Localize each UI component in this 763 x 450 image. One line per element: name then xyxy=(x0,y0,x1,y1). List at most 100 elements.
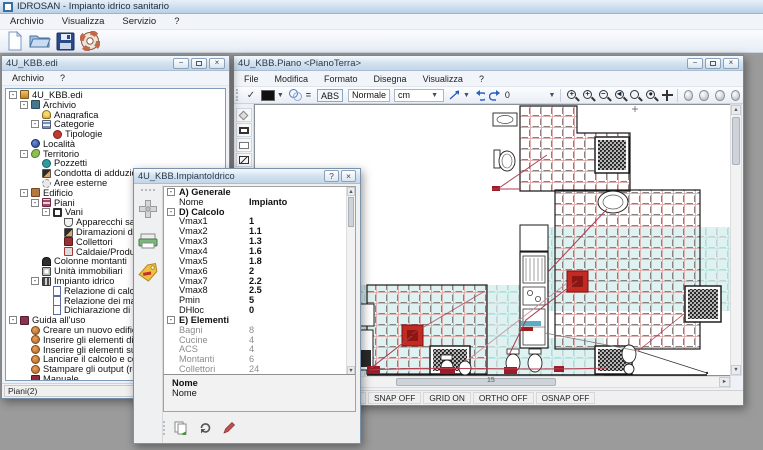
zoom-extents-icon[interactable]: ● xyxy=(645,89,657,102)
zoom-in-icon[interactable]: + xyxy=(566,89,578,102)
property-row[interactable]: Vmax11 xyxy=(164,217,346,227)
property-value[interactable]: 1.8 xyxy=(249,256,346,266)
zoom-out-icon[interactable]: − xyxy=(598,89,610,102)
tree-titlebar[interactable]: 4U_KBB.edi − × xyxy=(2,56,229,71)
property-value[interactable]: 4 xyxy=(249,345,346,355)
snap-circles-icon[interactable] xyxy=(289,89,300,101)
tree-expander[interactable]: - xyxy=(20,189,28,197)
property-row[interactable]: Vmax51.8 xyxy=(164,256,346,266)
tree-item[interactable]: -Archivio xyxy=(7,100,225,110)
status-toggle-ortho-off[interactable]: ORTHO OFF xyxy=(473,392,534,404)
property-value[interactable]: 1.1 xyxy=(249,226,346,236)
property-value[interactable]: Impianto xyxy=(249,197,346,207)
menu-item-archivio[interactable]: Archivio xyxy=(12,73,44,83)
apply-button[interactable] xyxy=(171,419,191,437)
close-button[interactable]: × xyxy=(209,58,225,69)
tree-expander[interactable]: - xyxy=(9,316,17,324)
property-value[interactable]: 2.5 xyxy=(249,285,346,295)
diagonal-tool-button[interactable] xyxy=(236,153,252,167)
equal-icon[interactable]: = xyxy=(306,90,311,100)
property-group-row[interactable]: -E) Elementi xyxy=(164,315,346,325)
collap​se-box[interactable]: - xyxy=(167,188,175,196)
property-value[interactable]: 4 xyxy=(249,335,346,345)
scroll-up-arrow[interactable]: ▲ xyxy=(731,105,741,115)
zoom-window-icon[interactable]: + xyxy=(582,89,594,102)
status-toggle-snap-off[interactable]: SNAP OFF xyxy=(368,392,421,404)
property-row[interactable]: Vmax72.2 xyxy=(164,276,346,286)
property-value[interactable]: 2 xyxy=(249,266,346,276)
property-value[interactable]: 2.2 xyxy=(249,276,346,286)
horizontal-scroll-thumb[interactable] xyxy=(396,378,556,386)
new-document-button[interactable] xyxy=(3,31,27,52)
property-row[interactable]: Pmin5 xyxy=(164,295,346,305)
print-button[interactable] xyxy=(138,233,158,252)
property-value[interactable]: 0 xyxy=(249,305,346,315)
maximize-button[interactable] xyxy=(705,58,721,69)
dialog-help-button[interactable]: ? xyxy=(324,170,339,182)
property-value[interactable]: 5 xyxy=(249,295,346,305)
property-value[interactable]: 1.3 xyxy=(249,236,346,246)
tree-expander[interactable]: - xyxy=(31,199,39,207)
property-row[interactable]: NomeImpianto xyxy=(164,197,346,207)
confirm-check-icon[interactable]: ✓ xyxy=(247,90,255,101)
menu-item-visualizza[interactable]: Visualizza xyxy=(62,16,105,27)
status-toggle-grid-on[interactable]: GRID ON xyxy=(423,392,471,404)
property-row[interactable]: Cucine4 xyxy=(164,335,346,345)
tag-button[interactable] xyxy=(137,263,159,286)
color-swatch-button[interactable] xyxy=(261,90,275,101)
property-row[interactable]: Vmax21.1 xyxy=(164,226,346,236)
property-row[interactable]: Vmax62 xyxy=(164,266,346,276)
minimize-button[interactable]: − xyxy=(173,58,189,69)
outline-rectangle-tool-button[interactable] xyxy=(236,138,252,152)
open-button[interactable] xyxy=(28,31,52,52)
property-row[interactable]: Bagni8 xyxy=(164,325,346,335)
grid-scrollbar[interactable]: ▲ ▼ xyxy=(346,187,355,375)
property-value[interactable]: 24 xyxy=(249,364,346,374)
minimize-button[interactable]: − xyxy=(687,58,703,69)
tree-item[interactable]: -Località xyxy=(7,139,225,149)
edit-button[interactable] xyxy=(219,419,239,437)
layer-toggle-icon[interactable] xyxy=(715,90,725,101)
menu-item--[interactable]: ? xyxy=(174,16,179,27)
property-row[interactable]: Vmax31.3 xyxy=(164,236,346,246)
layer-toggle-icon[interactable] xyxy=(699,90,709,101)
tree-expander[interactable]: - xyxy=(9,91,17,99)
navigate-dpad-button[interactable] xyxy=(138,199,158,222)
save-button[interactable] xyxy=(53,31,77,52)
property-value[interactable]: 8 xyxy=(249,325,346,335)
tree-item[interactable]: -Categorie xyxy=(7,119,225,129)
chevron-down-icon[interactable]: ▼ xyxy=(549,92,556,99)
line-style-select[interactable]: Normale xyxy=(348,89,390,102)
refresh-button[interactable] xyxy=(195,419,215,437)
tree-expander[interactable]: - xyxy=(31,120,39,128)
undo-icon[interactable] xyxy=(474,89,485,101)
chevron-down-icon[interactable]: ▼ xyxy=(463,92,470,99)
property-value[interactable]: 1.6 xyxy=(249,246,346,256)
property-row[interactable]: Vmax82.5 xyxy=(164,285,346,295)
property-group-row[interactable]: -A) Generale xyxy=(164,187,346,197)
menu-item-file[interactable]: File xyxy=(244,74,259,84)
close-button[interactable]: × xyxy=(723,58,739,69)
angle-tool-icon[interactable] xyxy=(448,89,459,101)
collap​se-box[interactable]: - xyxy=(167,316,175,324)
menu-item--[interactable]: ? xyxy=(479,74,484,84)
zoom-previous-icon[interactable]: ◄ xyxy=(614,89,626,102)
menu-item-modifica[interactable]: Modifica xyxy=(275,74,309,84)
property-group-row[interactable]: -D) Calcolo xyxy=(164,207,346,217)
layer-toggle-icon[interactable] xyxy=(731,90,741,101)
property-row[interactable]: Collettori24 xyxy=(164,364,346,374)
tree-expander[interactable]: - xyxy=(42,208,50,216)
cad-titlebar[interactable]: 4U_KBB.Piano <PianoTerra> − × xyxy=(234,56,743,71)
dialog-close-button[interactable]: × xyxy=(341,170,356,182)
property-row[interactable]: Montanti6 xyxy=(164,354,346,364)
help-button[interactable] xyxy=(78,31,102,52)
tree-item[interactable]: -4U_KBB.edi xyxy=(7,90,225,100)
property-row[interactable]: Vmax41.6 xyxy=(164,246,346,256)
zoom-scale-icon[interactable] xyxy=(629,89,641,102)
select-tool-button[interactable] xyxy=(236,108,252,122)
scroll-down-arrow[interactable]: ▼ xyxy=(731,365,741,375)
tree-item[interactable]: -Pozzetti xyxy=(7,159,225,169)
property-value[interactable]: 1 xyxy=(249,217,346,227)
scroll-right-arrow[interactable]: ► xyxy=(719,377,730,387)
tree-expander[interactable]: - xyxy=(20,150,28,158)
